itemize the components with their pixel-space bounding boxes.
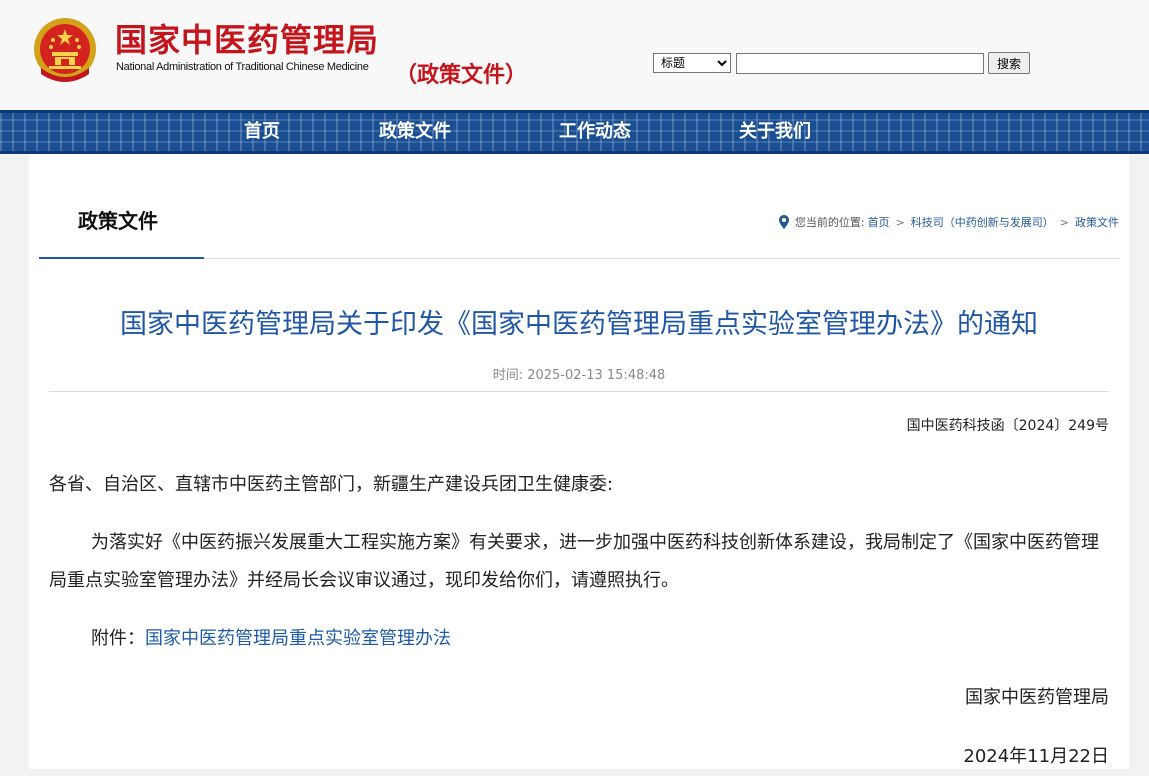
article-divider: [49, 391, 1109, 392]
article-time-value: 2025-02-13 15:48:48: [527, 368, 666, 383]
article-signature: 国家中医药管理局: [965, 687, 1109, 708]
article-date: 2024年11月22日: [963, 746, 1109, 767]
national-emblem-icon: [34, 18, 96, 82]
brand-name-cn: 国家中医药管理局: [115, 21, 380, 59]
site-subtitle: （政策文件）: [395, 63, 528, 88]
search-input[interactable]: [736, 53, 984, 74]
breadcrumb-home-link[interactable]: 首页: [868, 214, 890, 230]
article-time-label: 时间:: [492, 368, 524, 383]
location-pin-icon: [778, 215, 789, 229]
article-addressee: 各省、自治区、直辖市中医药主管部门，新疆生产建设兵团卫生健康委:: [49, 474, 614, 495]
breadcrumb-separator: >: [895, 215, 905, 229]
nav-item-policy[interactable]: 政策文件: [379, 121, 451, 143]
breadcrumb-dept-link[interactable]: 科技司（中药创新与发展司）: [911, 214, 1054, 230]
breadcrumb-policy-link[interactable]: 政策文件: [1075, 214, 1119, 230]
article-body: 为落实好《中医药振兴发展重大工程实施方案》有关要求，进一步加强中医药科技创新体系…: [49, 532, 1099, 591]
breadcrumb-prefix: 您当前的位置:: [794, 216, 865, 229]
nav-item-news[interactable]: 工作动态: [559, 121, 631, 143]
main-nav: 首页 政策文件 工作动态 关于我们: [0, 110, 1149, 154]
section-title-underline: [39, 257, 204, 259]
breadcrumb: 您当前的位置: 首页 > 科技司（中药创新与发展司） > 政策文件: [778, 214, 1119, 230]
attachment-link[interactable]: 国家中医药管理局重点实验室管理办法: [145, 628, 451, 649]
nav-item-about[interactable]: 关于我们: [739, 121, 811, 143]
document-number: 国中医药科技函〔2024〕249号: [906, 418, 1109, 434]
attachment-label: 附件：: [91, 628, 145, 649]
article-title: 国家中医药管理局关于印发《国家中医药管理局重点实验室管理办法》的通知: [120, 309, 1038, 340]
site-header: 国家中医药管理局 National Administration of Trad…: [0, 0, 1149, 110]
section-divider: [204, 258, 1119, 259]
search-field-select[interactable]: 标题: [653, 53, 731, 73]
section-title: 政策文件: [78, 209, 158, 233]
content-panel: 政策文件 您当前的位置: 首页 > 科技司（中药创新与发展司） > 政策文件 国…: [29, 154, 1129, 769]
article-time: 时间: 2025-02-13 15:48:48: [29, 364, 1129, 383]
search-button[interactable]: 搜索: [988, 52, 1030, 74]
nav-item-home[interactable]: 首页: [244, 121, 280, 143]
brand-name-en: National Administration of Traditional C…: [116, 61, 369, 73]
article-attachment: 附件：国家中医药管理局重点实验室管理办法: [91, 620, 451, 658]
breadcrumb-separator: >: [1059, 215, 1069, 229]
